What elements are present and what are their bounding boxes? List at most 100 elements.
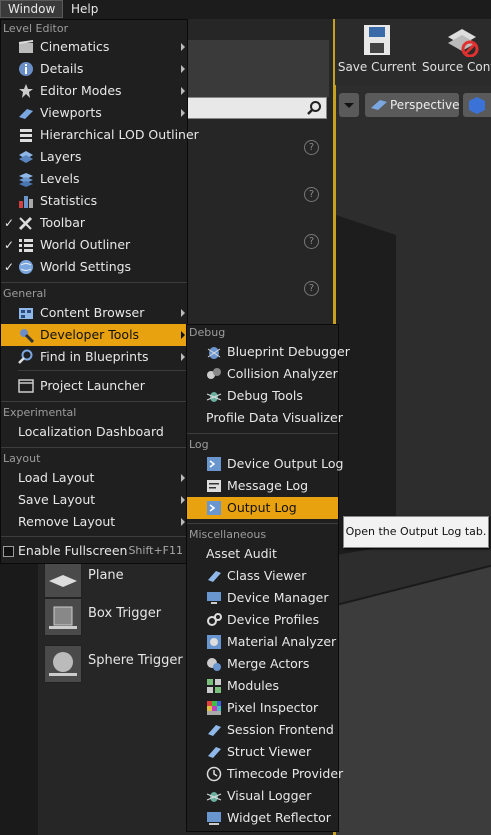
- plane-icon: [44, 560, 82, 598]
- menu-item-struct-viewer[interactable]: Struct Viewer: [187, 741, 338, 763]
- viewport-scene: [336, 85, 491, 835]
- place-item-label: Plane: [88, 568, 124, 583]
- menu-item-collision-analyzer[interactable]: Collision Analyzer: [187, 363, 338, 385]
- menu-item-message-log[interactable]: Message Log: [187, 475, 338, 497]
- merge-actors-icon: [207, 658, 221, 671]
- save-current-button[interactable]: Save Current: [337, 23, 417, 81]
- menu-item-class-viewer[interactable]: Class Viewer: [187, 565, 338, 587]
- menu-item-world-settings[interactable]: ✓ World Settings: [1, 256, 187, 278]
- menu-item-label: Cinematics: [40, 39, 110, 54]
- section-general: General: [3, 287, 47, 300]
- help-icon[interactable]: ?: [304, 187, 319, 202]
- menu-item-load-layout[interactable]: Load Layout: [1, 467, 187, 489]
- menu-item-merge-actors[interactable]: Merge Actors: [187, 653, 338, 675]
- menu-item-device-output-log[interactable]: Device Output Log: [187, 453, 343, 475]
- menu-item-localization-dashboard[interactable]: Localization Dashboard: [1, 421, 187, 443]
- menu-item-content-browser[interactable]: Content Browser: [1, 302, 187, 324]
- menu-item-viewports[interactable]: Viewports: [1, 102, 187, 124]
- viewport-options-button[interactable]: [339, 93, 359, 117]
- device-manager-icon: [207, 592, 221, 604]
- menu-item-profile-data-visualizer[interactable]: Profile Data Visualizer: [187, 407, 343, 429]
- window-menu[interactable]: Window: [0, 0, 64, 18]
- menu-item-label: Remove Layout: [18, 514, 116, 529]
- menu-item-cinematics[interactable]: Cinematics: [1, 36, 187, 58]
- source-control-icon: [448, 29, 479, 58]
- menu-item-label: Viewports: [40, 105, 102, 120]
- menu-item-pixel-inspector[interactable]: Pixel Inspector: [187, 697, 338, 719]
- main-toolbar: Save Current Source Contr: [333, 19, 491, 85]
- levels-icon: [19, 173, 33, 187]
- menu-item-levels[interactable]: Levels: [1, 168, 187, 190]
- menu-item-material-analyzer[interactable]: Material Analyzer: [187, 631, 338, 653]
- box-trigger-icon: [44, 598, 82, 636]
- menu-item-widget-reflector[interactable]: Widget Reflector: [187, 807, 338, 829]
- save-icon: [364, 25, 390, 55]
- material-analyzer-icon: [207, 635, 221, 649]
- menu-item-label: Statistics: [40, 193, 98, 208]
- menu-item-label: Class Viewer: [227, 568, 307, 583]
- struct-viewer-icon: [208, 747, 221, 758]
- menu-item-world-outliner[interactable]: ✓ World Outliner: [1, 234, 187, 256]
- developer-tools-icon: [20, 329, 34, 343]
- blueprint-debugger-icon: [207, 347, 221, 359]
- menu-item-blueprint-debugger[interactable]: Blueprint Debugger: [187, 341, 350, 363]
- menu-item-details[interactable]: Details: [1, 58, 187, 80]
- menu-item-developer-tools[interactable]: Developer Tools: [1, 324, 187, 346]
- menu-item-label: Layers: [40, 149, 82, 164]
- menu-item-statistics[interactable]: Statistics: [1, 190, 187, 212]
- divider: [1, 536, 187, 537]
- menu-item-modules[interactable]: Modules: [187, 675, 338, 697]
- session-frontend-icon: [208, 725, 221, 736]
- menu-item-enable-fullscreen[interactable]: Enable Fullscreen Shift+F11: [1, 540, 187, 562]
- section-layout: Layout: [3, 452, 41, 465]
- menu-item-layers[interactable]: Layers: [1, 146, 187, 168]
- menu-item-find-in-blueprints[interactable]: Find in Blueprints: [1, 346, 187, 368]
- fullscreen-checkbox[interactable]: [3, 546, 14, 557]
- perspective-label: Perspective: [390, 98, 460, 112]
- viewports-icon: [19, 109, 33, 119]
- menu-item-remove-layout[interactable]: Remove Layout: [1, 511, 187, 533]
- help-icon[interactable]: ?: [304, 234, 319, 249]
- menu-item-label: Details: [40, 61, 84, 76]
- menu-item-hlod-outliner[interactable]: Hierarchical LOD Outliner: [1, 124, 199, 146]
- menu-item-label: Project Launcher: [40, 378, 145, 393]
- source-control-button[interactable]: Source Contr: [421, 23, 491, 81]
- help-icon[interactable]: ?: [304, 281, 319, 296]
- search-input[interactable]: [186, 97, 327, 119]
- view-mode-button[interactable]: [463, 93, 491, 117]
- menu-item-debug-tools[interactable]: Debug Tools: [187, 385, 338, 407]
- menu-item-editor-modes[interactable]: Editor Modes: [1, 80, 187, 102]
- submenu-arrow-icon: [181, 331, 185, 339]
- help-icon[interactable]: ?: [304, 140, 319, 155]
- menu-item-label: Modules: [227, 678, 279, 693]
- divider: [1, 401, 187, 402]
- chevron-down-icon: [344, 103, 354, 108]
- submenu-arrow-icon: [181, 109, 185, 117]
- menu-item-label: Debug Tools: [227, 388, 303, 403]
- menu-item-label: Enable Fullscreen: [18, 543, 128, 558]
- perspective-button[interactable]: Perspective: [365, 93, 460, 117]
- menu-item-timecode-provider[interactable]: Timecode Provider: [187, 763, 343, 785]
- menu-item-toolbar[interactable]: ✓ Toolbar: [1, 212, 187, 234]
- menu-item-session-frontend[interactable]: Session Frontend: [187, 719, 338, 741]
- world-outliner-icon: [19, 239, 33, 252]
- menu-item-visual-logger[interactable]: Visual Logger: [187, 785, 338, 807]
- menu-item-asset-audit[interactable]: Asset Audit: [187, 543, 338, 565]
- menu-item-device-profiles[interactable]: Device Profiles: [187, 609, 338, 631]
- level-viewport[interactable]: [333, 85, 491, 835]
- divider: [187, 433, 338, 434]
- submenu-arrow-icon: [181, 87, 185, 95]
- widget-reflector-icon: [207, 812, 221, 825]
- device-profiles-icon: [207, 613, 222, 626]
- menu-item-project-launcher[interactable]: Project Launcher: [1, 375, 187, 397]
- section-log: Log: [189, 438, 209, 451]
- menu-item-label: Blueprint Debugger: [227, 344, 350, 359]
- menu-item-output-log[interactable]: Output Log: [187, 497, 338, 519]
- menu-item-save-layout[interactable]: Save Layout: [1, 489, 187, 511]
- checkmark-icon: ✓: [4, 238, 15, 252]
- help-menu[interactable]: Help: [64, 0, 105, 18]
- menu-item-device-manager[interactable]: Device Manager: [187, 587, 338, 609]
- submenu-arrow-icon: [181, 496, 185, 504]
- sphere-trigger-icon: [44, 645, 82, 683]
- search-icon: [307, 101, 321, 115]
